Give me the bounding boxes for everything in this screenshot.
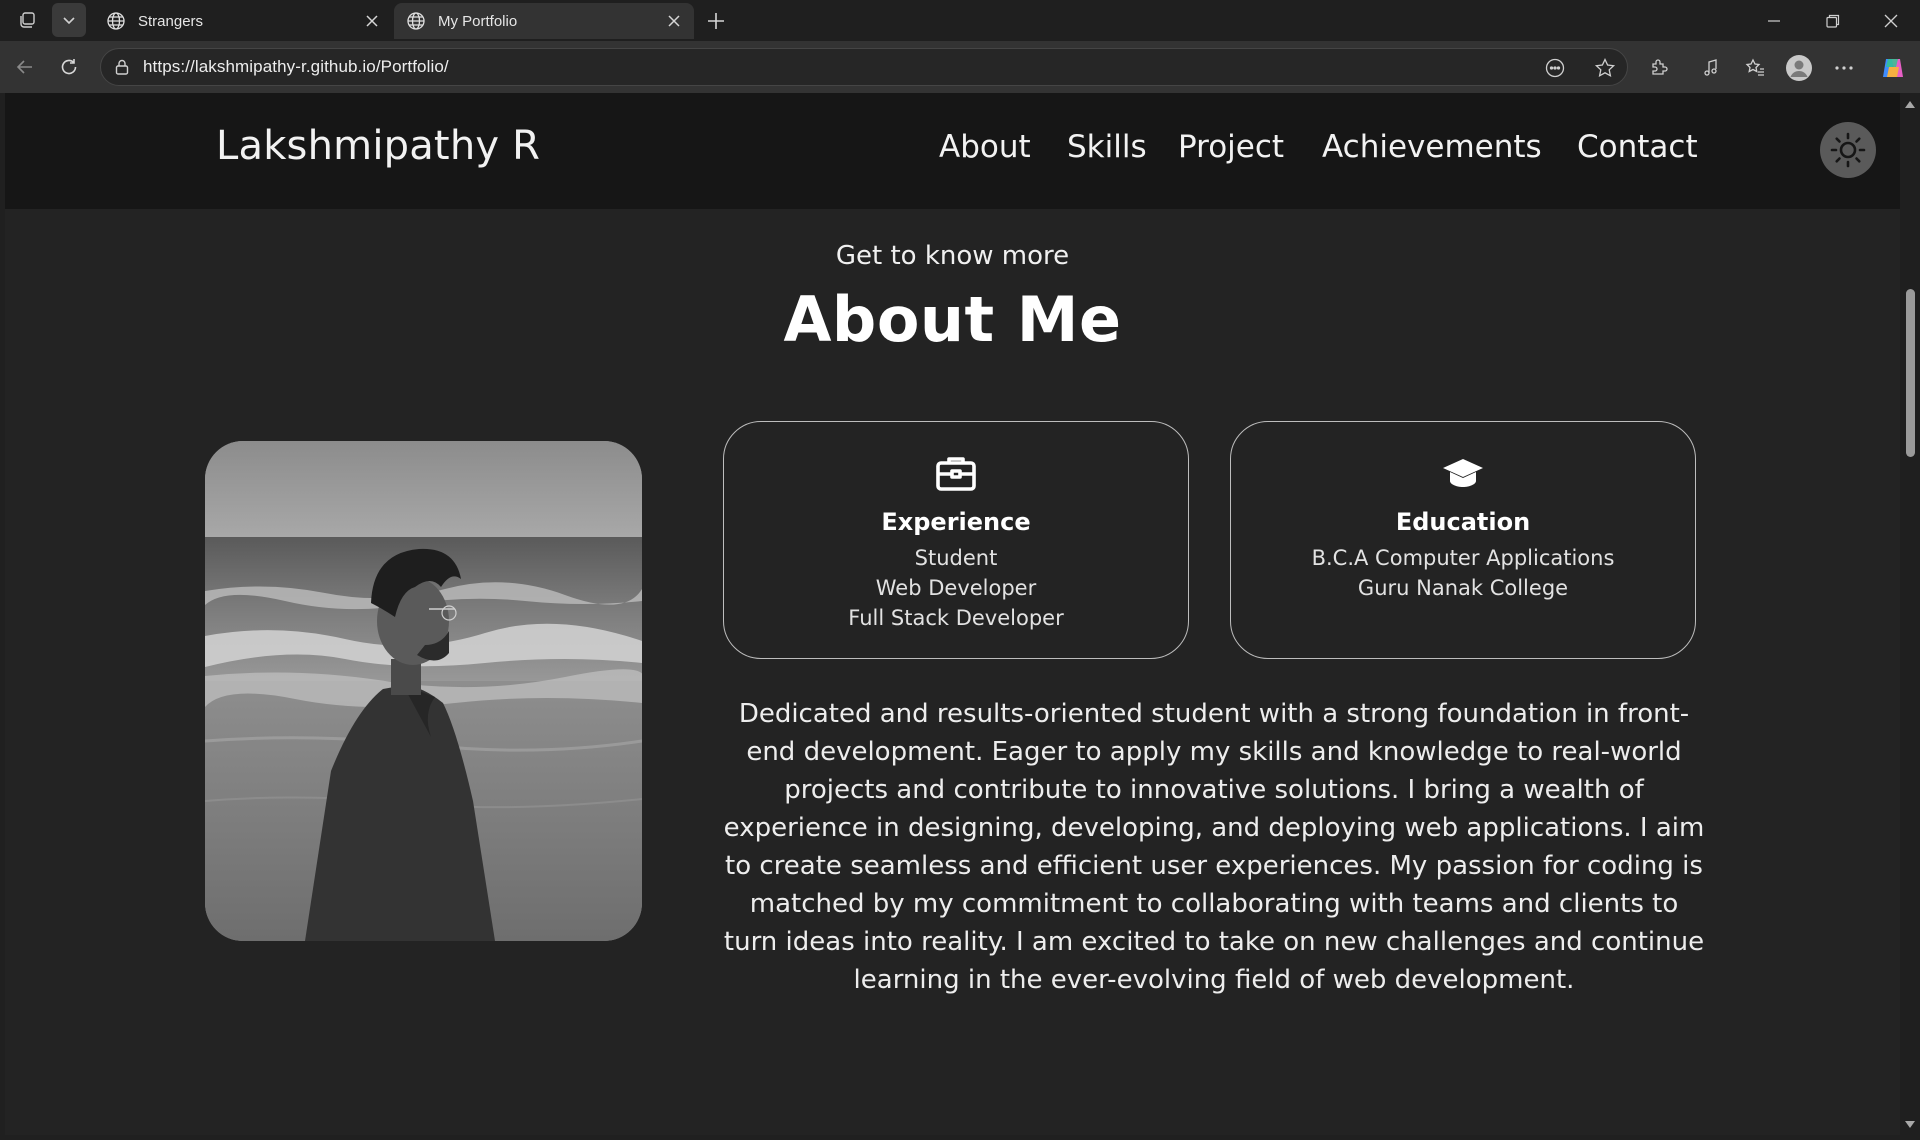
media-music-icon[interactable] xyxy=(1697,54,1725,82)
experience-line: Student xyxy=(914,546,998,570)
favorite-star-icon[interactable] xyxy=(1593,56,1617,80)
education-card: Education B.C.A Computer Applications Gu… xyxy=(1230,421,1696,659)
education-line: B.C.A Computer Applications xyxy=(1311,546,1615,570)
reading-mode-icon[interactable] xyxy=(1543,56,1567,80)
site-header: Lakshmipathy R About Skills Project Achi… xyxy=(5,93,1900,209)
back-arrow-icon[interactable] xyxy=(8,50,42,84)
globe-icon xyxy=(106,11,126,31)
education-title: Education xyxy=(1395,508,1531,536)
browser-tab-bar: Strangers My Portfolio xyxy=(0,0,1920,41)
education-lines: B.C.A Computer Applications Guru Nanak C… xyxy=(1231,543,1695,603)
experience-title: Experience xyxy=(881,508,1031,536)
url-text: https://lakshmipathy-r.github.io/Portfol… xyxy=(143,57,449,76)
browser-toolbar: https://lakshmipathy-r.github.io/Portfol… xyxy=(0,41,1920,93)
profile-avatar-icon[interactable] xyxy=(1785,54,1813,82)
experience-line: Full Stack Developer xyxy=(848,606,1064,630)
education-line: Guru Nanak College xyxy=(1357,576,1569,600)
lock-icon[interactable] xyxy=(113,58,131,80)
page-scrollbar[interactable] xyxy=(1900,93,1920,1140)
close-tab-icon[interactable] xyxy=(664,11,684,31)
more-options-icon[interactable] xyxy=(1830,54,1858,82)
briefcase-icon xyxy=(935,455,977,497)
scroll-thumb[interactable] xyxy=(1906,289,1915,457)
nav-about[interactable]: About xyxy=(939,129,1031,165)
theme-toggle-button[interactable] xyxy=(1820,122,1876,178)
minimize-icon[interactable] xyxy=(1745,0,1803,41)
tab-my-portfolio[interactable]: My Portfolio xyxy=(394,3,694,39)
about-paragraph: Dedicated and results-oriented student w… xyxy=(723,699,1705,995)
experience-card: Experience Student Web Developer Full St… xyxy=(723,421,1189,659)
page-viewport: Lakshmipathy R About Skills Project Achi… xyxy=(5,93,1900,1135)
profile-photo xyxy=(205,441,642,941)
tab-actions-chevron-icon[interactable] xyxy=(52,3,86,37)
address-field[interactable]: https://lakshmipathy-r.github.io/Portfol… xyxy=(100,48,1628,86)
tab-title: Strangers xyxy=(138,12,204,30)
nav-skills[interactable]: Skills xyxy=(1067,129,1147,165)
about-title: About Me xyxy=(783,283,1122,356)
favorites-list-icon[interactable] xyxy=(1741,54,1769,82)
close-tab-icon[interactable] xyxy=(362,11,382,31)
nav-project[interactable]: Project xyxy=(1178,129,1284,165)
tab-title: My Portfolio xyxy=(438,12,518,30)
workspaces-icon[interactable] xyxy=(10,3,44,37)
site-logo[interactable]: Lakshmipathy R xyxy=(216,123,540,169)
refresh-icon[interactable] xyxy=(52,50,86,84)
scroll-down-arrow-icon[interactable] xyxy=(1905,1121,1915,1128)
experience-line: Web Developer xyxy=(875,576,1037,600)
close-window-icon[interactable] xyxy=(1862,0,1920,41)
copilot-icon[interactable] xyxy=(1879,54,1907,82)
nav-achievements[interactable]: Achievements xyxy=(1322,129,1542,165)
new-tab-plus-icon[interactable] xyxy=(700,5,732,37)
extensions-puzzle-icon[interactable] xyxy=(1645,54,1673,82)
globe-icon xyxy=(406,11,426,31)
about-subtitle: Get to know more xyxy=(835,241,1070,271)
tab-strangers[interactable]: Strangers xyxy=(94,3,392,39)
experience-lines: Student Web Developer Full Stack Develop… xyxy=(724,543,1188,633)
sun-icon xyxy=(1830,132,1866,168)
restore-icon[interactable] xyxy=(1804,0,1862,41)
scroll-up-arrow-icon[interactable] xyxy=(1905,101,1915,108)
nav-contact[interactable]: Contact xyxy=(1577,129,1698,165)
graduation-cap-icon xyxy=(1442,455,1484,495)
